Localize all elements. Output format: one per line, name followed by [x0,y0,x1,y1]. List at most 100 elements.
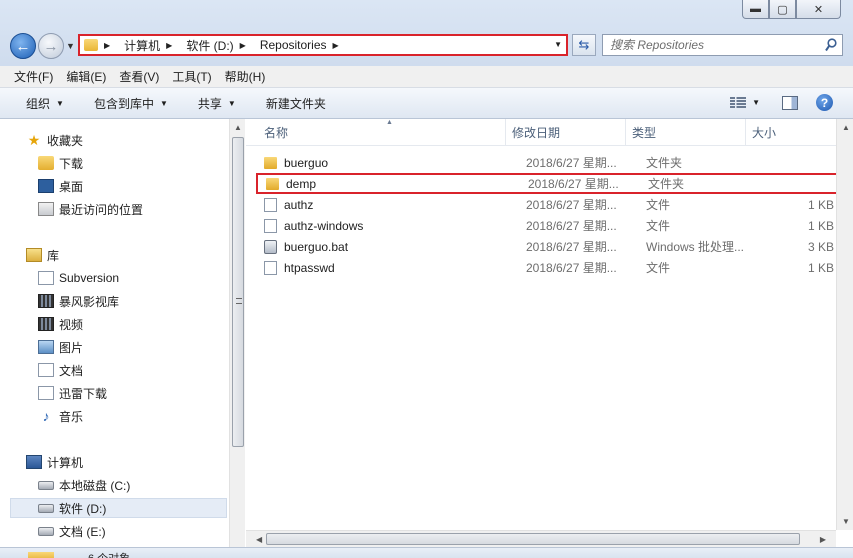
search-box[interactable] [602,34,843,56]
menu-help[interactable]: 帮助(H) [225,68,266,85]
file-type: 文件夹 [646,156,683,170]
scroll-thumb[interactable] [266,533,800,545]
scroll-left-icon[interactable]: ◀ [256,535,262,544]
folder-icon [84,39,98,51]
nav-music[interactable]: ♪ 音乐 [38,406,84,426]
nav-computer[interactable]: 计算机 [26,452,83,472]
nav-baofeng[interactable]: 暴风影视库 [38,291,119,311]
nav-scrollbar[interactable]: ▲ [229,119,245,547]
view-options-dropdown[interactable]: ▼ [752,98,760,107]
nav-desktop[interactable]: 桌面 [38,176,83,196]
batch-file-icon [264,239,277,254]
file-type: 文件 [646,198,671,212]
breadcrumb-computer[interactable]: 计算机 [124,37,160,54]
nav-label: 库 [47,248,60,263]
picture-icon [38,340,54,354]
close-button[interactable]: ✕ [796,0,841,19]
include-library-button[interactable]: 包含到库中 ▼ [94,95,168,112]
nav-pictures[interactable]: 图片 [38,337,83,357]
nav-downloads[interactable]: 下载 [38,153,83,173]
search-input[interactable] [610,38,810,52]
column-name[interactable]: 名称 ▲ [246,119,506,146]
document-library-icon [38,271,54,285]
include-library-label: 包含到库中 [93,96,154,111]
drive-icon [38,503,54,513]
minimize-button[interactable]: ▬ [742,0,769,19]
nav-videos[interactable]: 视频 [38,314,83,334]
download-library-icon [38,386,54,400]
breadcrumb-repositories[interactable]: Repositories [260,38,327,52]
nav-xunlei[interactable]: 迅雷下载 [38,383,107,403]
preview-pane-icon[interactable] [782,95,798,110]
menu-file[interactable]: 文件(F) [14,68,53,85]
nav-recent-places[interactable]: 最近访问的位置 [38,199,143,219]
sort-ascending-icon: ▲ [386,119,393,126]
breadcrumb-arrow[interactable]: ▶ [240,41,254,50]
breadcrumb-label: 软件 (D:) [186,38,234,53]
nav-documents[interactable]: 文档 [38,360,83,380]
breadcrumb-arrow[interactable]: ▶ [333,41,347,50]
scroll-up-icon[interactable]: ▲ [842,123,850,132]
nav-favorites[interactable]: ★ 收藏夹 [26,130,83,150]
drive-icon [38,480,54,490]
breadcrumb-root-arrow[interactable]: ▶ [104,41,118,50]
arrow-right-icon: → [43,37,59,55]
view-details-icon[interactable] [730,96,747,109]
maximize-button[interactable]: ▢ [769,0,796,19]
recent-pages-dropdown[interactable]: ▼ [66,41,75,51]
new-folder-button[interactable]: 新建文件夹 [266,95,326,112]
file-row[interactable]: buerguo 2018/6/27 星期... 文件夹 [254,152,836,173]
scroll-down-icon[interactable]: ▼ [842,517,850,526]
navigation-pane: ★ 收藏夹 下载 桌面 最近访问的位置 库 Subversion 暴风影视库 视频… [0,119,245,547]
library-icon [26,248,42,262]
file-row[interactable]: htpasswd 2018/6/27 星期... 文件 1 KB [254,257,836,278]
file-date: 2018/6/27 星期... [526,261,617,275]
details-pane: 6 个对象 [0,547,853,558]
drive-icon [38,526,54,536]
breadcrumb-drive-d[interactable]: 软件 (D:) [186,37,233,54]
menu-edit[interactable]: 编辑(E) [66,68,106,85]
scroll-up-icon[interactable]: ▲ [234,123,242,132]
refresh-button[interactable]: ⇆ [572,34,596,56]
video-library-icon [38,294,54,308]
search-icon[interactable] [825,38,837,52]
file-date: 2018/6/27 星期... [528,177,619,191]
file-row-highlighted[interactable]: demp 2018/6/27 星期... 文件夹 [256,173,843,194]
nav-drive-c[interactable]: 本地磁盘 (C:) [38,475,130,495]
column-type[interactable]: 类型 [626,119,746,146]
nav-subversion[interactable]: Subversion [38,268,119,288]
nav-drive-e[interactable]: 文档 (E:) [38,521,106,541]
column-type-label: 类型 [632,126,657,140]
folder-icon [266,177,279,190]
nav-drive-d[interactable]: 软件 (D:) [10,498,227,518]
back-button[interactable]: ← [10,33,36,59]
column-header: 名称 ▲ 修改日期 类型 大小 [246,119,836,146]
organize-button[interactable]: 组织 ▼ [26,95,64,112]
forward-button[interactable]: → [38,33,64,59]
nav-label: 软件 (D:) [59,501,107,516]
item-count: 6 个对象 [88,550,130,558]
breadcrumb-arrow[interactable]: ▶ [166,41,180,50]
nav-libraries[interactable]: 库 [26,245,59,265]
menu-view[interactable]: 查看(V) [119,68,159,85]
file-row[interactable]: authz 2018/6/27 星期... 文件 1 KB [254,194,836,215]
chevron-down-icon[interactable]: ▼ [554,40,562,49]
file-list-horizontal-scrollbar[interactable]: ◀ ▶ [246,530,836,547]
scroll-thumb[interactable] [232,137,244,447]
file-list-vertical-scrollbar[interactable]: ▲ ▼ [836,119,853,530]
column-size[interactable]: 大小 [746,119,836,146]
caret-down-icon: ▼ [56,98,64,108]
address-bar[interactable]: ▶ 计算机 ▶ 软件 (D:) ▶ Repositories ▶ ▼ [78,34,568,56]
scroll-right-icon[interactable]: ▶ [820,535,826,544]
file-row[interactable]: buerguo.bat 2018/6/27 星期... Windows 批处理.… [254,236,836,257]
nav-label: 桌面 [59,179,84,194]
nav-label: 暴风影视库 [59,294,120,309]
help-icon[interactable]: ? [816,94,833,111]
title-bar: ▬ ▢ ✕ ← → ▼ ▶ 计算机 ▶ 软件 (D:) ▶ Repositori… [0,0,853,66]
column-date[interactable]: 修改日期 [506,119,626,146]
menu-tools[interactable]: 工具(T) [172,68,211,85]
file-type: 文件 [646,219,671,233]
file-row[interactable]: authz-windows 2018/6/27 星期... 文件 1 KB [254,215,836,236]
nav-label: 最近访问的位置 [59,202,144,217]
share-button[interactable]: 共享 ▼ [198,95,236,112]
